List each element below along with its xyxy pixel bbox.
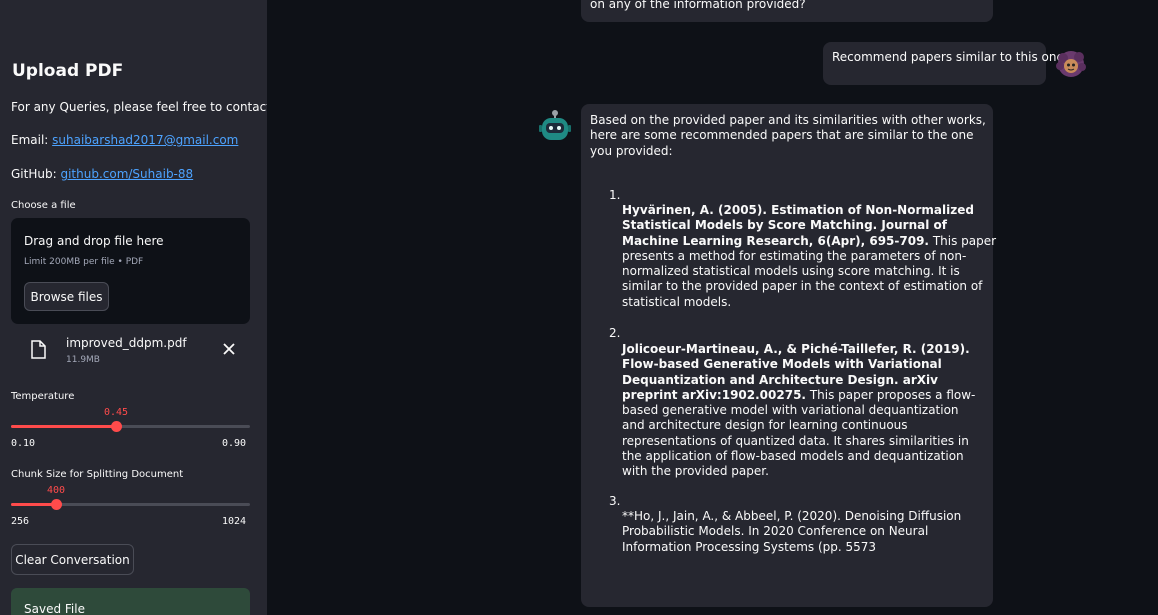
recommendation-item: Jolicoeur-Martineau, A., & Piché-Taillef… (622, 342, 984, 480)
github-line: GitHub: github.com/Suhaib-88 (11, 167, 193, 181)
chunk-size-min: 256 (11, 516, 30, 527)
uploaded-file: improved_ddpm.pdf 11.9MB (11, 334, 250, 370)
browse-files-button[interactable]: Browse files (24, 282, 109, 311)
recommendation-number: 1. (609, 188, 621, 202)
document-icon (31, 340, 46, 359)
chunk-size-max: 1024 (222, 516, 247, 527)
user-message: Recommend papers similar to this one (823, 42, 1064, 85)
recommendation-citation: Hyvärinen, A. (2005). Estimation of Non-… (622, 203, 974, 248)
temperature-max: 0.90 (222, 438, 247, 449)
dropzone-text: Drag and drop file here (24, 234, 164, 248)
file-dropzone[interactable]: Drag and drop file here Limit 200MB per … (11, 218, 250, 324)
email-label: Email: (11, 133, 53, 147)
dropzone-limit: Limit 200MB per file • PDF (24, 257, 144, 267)
message-text: Recommend papers similar to this one (832, 50, 1064, 64)
close-icon[interactable] (222, 342, 236, 356)
temperature-min: 0.10 (11, 438, 36, 449)
github-link[interactable]: github.com/Suhaib-88 (60, 167, 193, 181)
chunk-size-value: 400 (47, 485, 66, 496)
slider-thumb[interactable] (111, 421, 122, 432)
recommendation-number: 2. (609, 326, 621, 340)
bot-message-previous: on any of the information provided? (581, 0, 993, 22)
bot-message: Based on the provided paper and its simi… (581, 104, 996, 607)
sidebar: Upload PDF For any Queries, please feel … (0, 0, 267, 615)
email-line: Email: suhaibarshad2017@gmail.com (11, 133, 238, 147)
saved-file-text: Saved File (24, 602, 85, 615)
user-avatar-icon (1056, 51, 1086, 77)
temperature-label: Temperature (11, 391, 75, 402)
email-link[interactable]: suhaibarshad2017@gmail.com (52, 133, 238, 147)
file-size: 11.9MB (66, 355, 100, 365)
message-text: on any of the information provided? (590, 0, 806, 11)
slider-thumb[interactable] (51, 499, 62, 510)
clear-conversation-button[interactable]: Clear Conversation (11, 544, 134, 575)
recommendation-item: Hyvärinen, A. (2005). Estimation of Non-… (622, 203, 1002, 310)
slider-fill (11, 503, 56, 506)
bot-intro-text: Based on the provided paper and its simi… (590, 113, 986, 158)
bot-avatar-icon (539, 110, 571, 140)
file-name: improved_ddpm.pdf (66, 336, 187, 350)
github-label: GitHub: (11, 167, 61, 181)
chunk-size-slider[interactable] (11, 499, 250, 510)
recommendation-number: 3. (609, 494, 621, 508)
temperature-value: 0.45 (104, 407, 129, 418)
chunk-size-label: Chunk Size for Splitting Document (11, 469, 184, 480)
slider-fill (11, 425, 116, 428)
recommendation-description: **Ho, J., Jain, A., & Abbeel, P. (2020).… (622, 509, 962, 554)
temperature-slider[interactable] (11, 421, 250, 432)
saved-file-alert: Saved File (11, 588, 250, 615)
contact-text: For any Queries, please feel free to con… (11, 100, 267, 114)
uploader-label: Choose a file (11, 200, 76, 211)
recommendation-item: **Ho, J., Jain, A., & Abbeel, P. (2020).… (622, 509, 968, 555)
sidebar-title: Upload PDF (12, 61, 124, 81)
